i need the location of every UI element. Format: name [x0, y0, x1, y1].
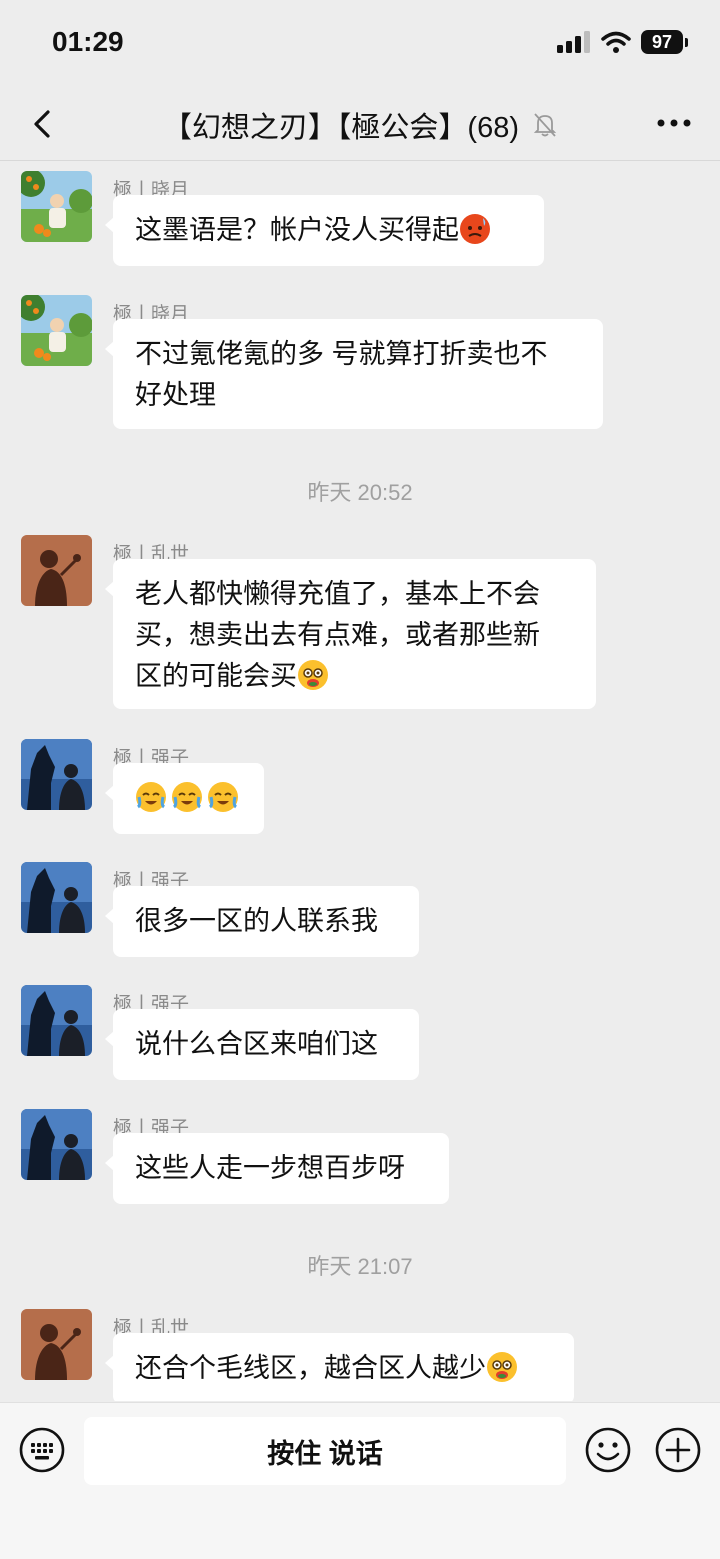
message-list[interactable]: 極丨晓月 这墨语是？帐户没人买得起 極丨晓月 不过氪佬氪的多 号就算打折卖也不 …: [0, 161, 720, 1401]
status-bar: 01:29 97: [0, 0, 720, 88]
plus-icon[interactable]: [654, 1426, 702, 1474]
avatar[interactable]: [21, 535, 92, 606]
message-text-line: 老人都快懒得充值了，基本上不会: [135, 579, 540, 609]
message-text: 说什么合区来咱们这: [135, 1029, 378, 1059]
status-time: 01:29: [52, 26, 124, 57]
avatar[interactable]: [21, 739, 92, 810]
chat-title[interactable]: 【幻想之刃】【極公会】(68): [163, 112, 519, 144]
timestamp: 昨天 21:07: [307, 1254, 413, 1279]
avatar[interactable]: [21, 295, 92, 366]
wifi-icon: [601, 31, 631, 53]
status-icons: 97: [557, 30, 688, 54]
mute-icon: [533, 113, 557, 137]
message-bubble[interactable]: 老人都快懒得充值了，基本上不会 买，想卖出去有点难，或者那些新 区的可能会买: [105, 559, 596, 709]
avatar[interactable]: [21, 862, 92, 933]
avatar[interactable]: [21, 1109, 92, 1180]
facepalm-emoji-icon: [171, 781, 203, 813]
woozy-emoji-icon: [486, 1351, 518, 1383]
battery-tip: [685, 37, 688, 47]
message-bubble[interactable]: 说什么合区来咱们这: [105, 1009, 419, 1080]
chat-header: 【幻想之刃】【極公会】(68): [0, 88, 720, 161]
signal-icon: [557, 31, 590, 53]
message-text: 这些人走一步想百步呀: [135, 1153, 405, 1183]
keyboard-icon[interactable]: [18, 1426, 66, 1474]
hold-to-talk-button[interactable]: 按住 说话: [84, 1417, 566, 1485]
message-text-line: 不过氪佬氪的多 号就算打折卖也不: [135, 339, 548, 369]
message-text: 很多一区的人联系我: [135, 906, 378, 936]
message-bubble[interactable]: [105, 763, 264, 834]
message-text-line: 区的可能会买: [135, 661, 297, 691]
message-bubble[interactable]: 还合个毛线区，越合区人越少: [105, 1333, 574, 1401]
woozy-emoji-icon: [297, 659, 329, 691]
more-icon[interactable]: [654, 108, 694, 138]
chat-title-wrap: 【幻想之刃】【極公会】(68): [0, 104, 720, 146]
message-text: 这墨语是？帐户没人买得起: [135, 215, 459, 245]
message-bubble[interactable]: 很多一区的人联系我: [105, 886, 419, 957]
emoji-icon[interactable]: [584, 1426, 632, 1474]
message-bubble[interactable]: 这墨语是？帐户没人买得起: [105, 195, 544, 266]
message-bubble[interactable]: 这些人走一步想百步呀: [105, 1133, 449, 1204]
battery-icon: 97: [641, 30, 683, 54]
angry-emoji-icon: [459, 213, 491, 245]
facepalm-emoji-icon: [135, 781, 167, 813]
input-bar: 按住 说话: [0, 1402, 720, 1559]
message-text-line: 买，想卖出去有点难，或者那些新: [135, 620, 540, 650]
message-bubble[interactable]: 不过氪佬氪的多 号就算打折卖也不 好处理: [105, 319, 603, 429]
avatar[interactable]: [21, 1309, 92, 1380]
message-text: 还合个毛线区，越合区人越少: [135, 1353, 486, 1383]
avatar[interactable]: [21, 985, 92, 1056]
message-text-line: 好处理: [135, 380, 216, 410]
avatar[interactable]: [21, 171, 92, 242]
timestamp: 昨天 20:52: [307, 480, 413, 505]
facepalm-emoji-icon: [207, 781, 239, 813]
